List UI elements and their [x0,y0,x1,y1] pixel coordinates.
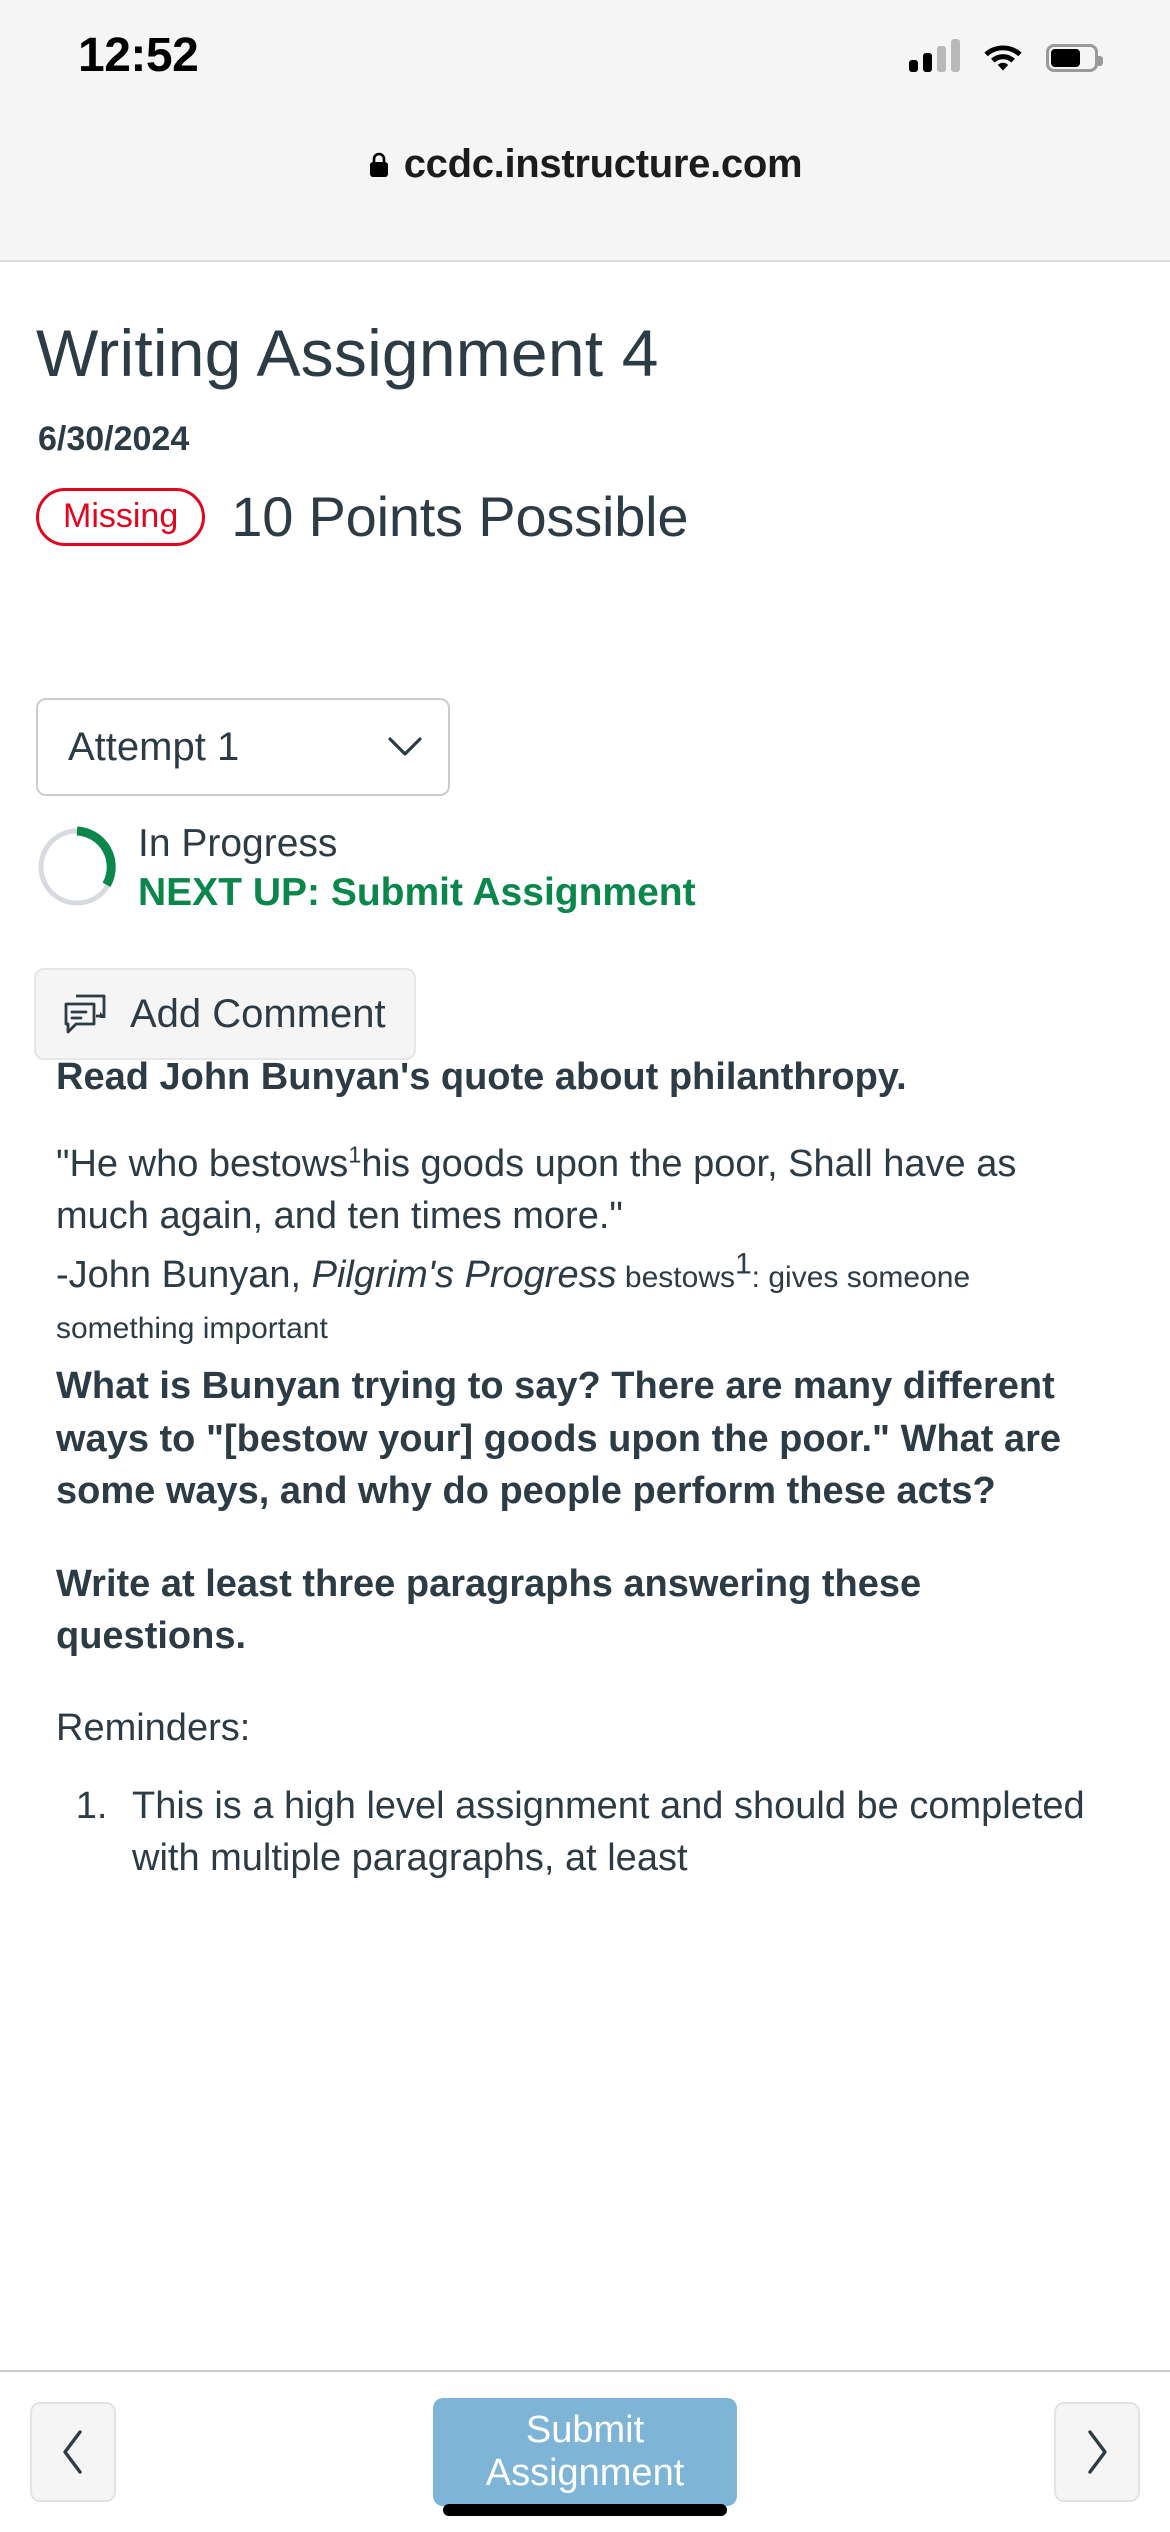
attempt-select-value: Attempt 1 [68,724,240,769]
progress-status-label: In Progress [138,822,338,865]
url-bar[interactable]: ccdc.instructure.com [0,130,1170,260]
attribution-author: -John Bunyan, [56,1253,312,1296]
status-bar-clock: 12:52 [78,29,199,82]
submit-assignment-button[interactable]: Submit Assignment [433,2398,737,2506]
bottom-navigation-bar: Submit Assignment [0,2370,1170,2532]
footnote-marker: 1 [734,1247,752,1281]
previous-button[interactable] [30,2402,116,2502]
due-date: 6/30/2024 [38,420,190,458]
browser-chrome: 12:52 ccdc.instructure.com [0,0,1170,262]
add-comment-label: Add Comment [130,991,386,1036]
quote-paragraph: "He who bestows1his goods upon the poor,… [56,1139,1116,1242]
add-comment-button[interactable]: Add Comment [34,968,416,1060]
mobile-screen: 12:52 ccdc.instructure.com Writing Assig… [0,0,1170,2532]
chevron-right-icon [1084,2429,1110,2475]
reminders-list: This is a high level assignment and shou… [56,1780,1116,1885]
status-bar: 12:52 [0,0,1170,130]
reminders-label: Reminders: [56,1706,251,1749]
points-row: Missing 10 Points Possible [36,484,689,549]
home-indicator [443,2504,727,2516]
progress-indicator: In Progress NEXT UP: Submit Assignment [36,822,696,917]
lock-icon [368,151,390,179]
status-badge: Missing [36,487,206,546]
url-text: ccdc.instructure.com [403,142,803,186]
question-paragraph: What is Bunyan trying to say? There are … [56,1365,1062,1513]
assignment-description: Read John Bunyan's quote about philanthr… [56,1052,1116,1885]
battery-icon [1046,44,1103,72]
assignment-page: Writing Assignment 4 6/30/2024 Missing 1… [0,262,1170,2370]
status-bar-indicators [909,38,1103,72]
signal-bars-icon [909,38,960,72]
attribution-work-title: Pilgrim's Progress [311,1253,617,1296]
footnote-term: bestows [616,1260,735,1294]
chevron-left-icon [60,2429,86,2475]
description-heading: Read John Bunyan's quote about philanthr… [56,1056,907,1098]
next-up-label: NEXT UP: Submit Assignment [138,870,696,914]
wifi-icon [982,40,1024,72]
points-possible: 10 Points Possible [231,485,689,548]
quote-attribution: -John Bunyan, Pilgrim's Progress bestows… [56,1247,1116,1353]
quote-text-before: "He who bestows [56,1143,349,1186]
list-item: This is a high level assignment and shou… [118,1780,1116,1885]
progress-ring-icon [36,822,118,913]
attempt-select[interactable]: Attempt 1 [36,698,450,796]
chevron-down-icon [388,736,422,758]
quote-footnote-marker: 1 [348,1141,362,1168]
page-title: Writing Assignment 4 [36,316,659,390]
comment-icon [62,992,108,1036]
instruction-paragraph: Write at least three paragraphs answerin… [56,1562,922,1658]
next-button[interactable] [1054,2402,1140,2502]
